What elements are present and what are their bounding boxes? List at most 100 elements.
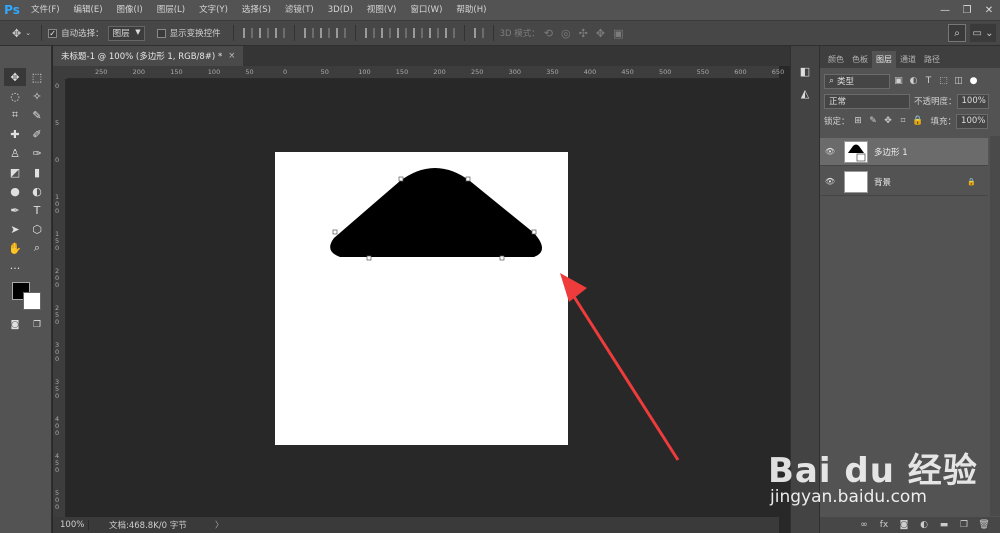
auto-select-checkbox[interactable]: ✓ xyxy=(48,28,58,38)
fill-field[interactable]: 100% xyxy=(956,113,989,129)
lock-all-icon[interactable]: 🔒 xyxy=(912,115,925,128)
menu-item[interactable]: 滤镜(T) xyxy=(278,0,321,20)
menu-item[interactable]: 图层(L) xyxy=(150,0,192,20)
marquee-tool-icon[interactable]: ⬚ xyxy=(26,68,48,86)
panel-tab[interactable]: 路径 xyxy=(920,51,944,68)
pixel-filter-icon[interactable]: ▣ xyxy=(892,75,905,88)
align-left-icon[interactable] xyxy=(303,28,314,38)
close-button[interactable]: ✕ xyxy=(978,0,1000,20)
close-icon[interactable]: × xyxy=(228,51,235,61)
shape-tool-icon[interactable]: ⬡ xyxy=(26,220,48,238)
align-top-icon[interactable] xyxy=(242,28,253,38)
distribute-top-icon[interactable] xyxy=(364,28,375,38)
eyedropper-icon[interactable]: ✎ xyxy=(26,106,48,124)
stamp-tool-icon[interactable]: ♙ xyxy=(4,144,26,162)
menu-item[interactable]: 3D(D) xyxy=(321,0,360,20)
align-center-icon[interactable] xyxy=(319,28,330,38)
menu-item[interactable]: 选择(S) xyxy=(235,0,278,20)
rounded-polygon-shape[interactable] xyxy=(320,163,550,263)
3d-scale-icon[interactable]: ▣ xyxy=(613,27,623,40)
visibility-eye-icon[interactable]: 👁 xyxy=(820,177,840,186)
filter-toggle-icon[interactable]: ● xyxy=(967,75,980,88)
lock-pixels-icon[interactable]: ⊞ xyxy=(852,115,865,128)
layer-style-button[interactable]: fx xyxy=(874,520,894,530)
chevron-down-icon[interactable]: ⌄ xyxy=(25,29,31,37)
menu-item[interactable]: 文件(F) xyxy=(24,0,67,20)
distribute-right-icon[interactable] xyxy=(444,28,455,38)
type-tool-icon[interactable]: T xyxy=(26,201,48,219)
new-group-icon[interactable]: ▬ xyxy=(934,520,954,530)
dodge-tool-icon[interactable]: ◐ xyxy=(26,182,48,200)
panel-tab[interactable]: 通道 xyxy=(896,51,920,68)
properties-icon[interactable]: ◭ xyxy=(791,82,819,104)
anchor-point[interactable] xyxy=(332,229,338,235)
show-transform-checkbox[interactable] xyxy=(156,28,166,38)
screen-mode-icon[interactable]: ❐ xyxy=(26,316,48,334)
link-layers-icon[interactable]: ∞ xyxy=(854,520,874,530)
eraser-tool-icon[interactable]: ◩ xyxy=(4,163,26,181)
hand-tool-icon[interactable]: ✋ xyxy=(4,239,26,257)
lock-image-icon[interactable]: ✎ xyxy=(867,115,880,128)
lock-icon[interactable]: 🔒 xyxy=(967,178,976,186)
menu-item[interactable]: 文字(Y) xyxy=(192,0,235,20)
menu-item[interactable]: 帮助(H) xyxy=(449,0,493,20)
distribute-bottom-icon[interactable] xyxy=(396,28,407,38)
anchor-point[interactable] xyxy=(499,255,505,261)
lock-position-icon[interactable]: ✥ xyxy=(882,115,895,128)
3d-pan-icon[interactable]: ✣ xyxy=(579,27,588,40)
lock-artboard-icon[interactable]: ⌗ xyxy=(897,115,910,128)
background-color-swatch[interactable] xyxy=(23,292,41,310)
anchor-point[interactable] xyxy=(531,229,537,235)
align-middle-icon[interactable] xyxy=(258,28,269,38)
move-tool-icon[interactable]: ✥ xyxy=(12,27,21,40)
blur-tool-icon[interactable]: ● xyxy=(4,182,26,200)
document-tab[interactable]: 未标题-1 @ 100% (多边形 1, RGB/8#) * × xyxy=(53,46,244,66)
anchor-point[interactable] xyxy=(398,176,404,182)
zoom-tool-icon[interactable]: ⌕ xyxy=(26,239,48,257)
move-tool-icon[interactable]: ✥ xyxy=(4,68,26,86)
menu-item[interactable]: 窗口(W) xyxy=(403,0,449,20)
menu-item[interactable]: 编辑(E) xyxy=(67,0,110,20)
add-mask-icon[interactable]: ◙ xyxy=(894,520,914,530)
search-icon[interactable]: ⌕ xyxy=(948,24,966,42)
distribute-left-icon[interactable] xyxy=(412,28,423,38)
menu-item[interactable]: 视图(V) xyxy=(360,0,403,20)
layer-filter-dropdown[interactable]: ⌕ 类型 xyxy=(824,73,890,89)
visibility-eye-icon[interactable]: 👁 xyxy=(820,147,840,156)
lasso-tool-icon[interactable]: ◌ xyxy=(4,87,26,105)
panel-tab[interactable]: 色板 xyxy=(848,51,872,68)
align-bottom-icon[interactable] xyxy=(274,28,285,38)
3d-rotate-icon[interactable]: ⟲ xyxy=(544,27,553,40)
smart-filter-icon[interactable]: ◫ xyxy=(952,75,965,88)
adjustments-icon[interactable]: ◧ xyxy=(791,60,819,82)
new-layer-icon[interactable]: ❐ xyxy=(954,520,974,530)
adjustment-layer-icon[interactable]: ◐ xyxy=(914,520,934,530)
panel-tab[interactable]: 图层 xyxy=(872,51,896,68)
restore-button[interactable]: ❐ xyxy=(956,0,978,20)
menu-item[interactable]: 图像(I) xyxy=(110,0,150,20)
workspace-switcher[interactable]: ▭ ⌄ xyxy=(970,24,996,42)
shape-filter-icon[interactable]: ⬚ xyxy=(937,75,950,88)
auto-select-dropdown[interactable]: 图层 ▼ xyxy=(107,25,145,41)
status-menu-arrow[interactable]: 〉 xyxy=(215,519,224,531)
gradient-tool-icon[interactable]: ▮ xyxy=(26,163,48,181)
pen-tool-icon[interactable]: ✒ xyxy=(4,201,26,219)
magic-wand-icon[interactable]: ✧ xyxy=(26,87,48,105)
anchor-point[interactable] xyxy=(465,176,471,182)
layer-row[interactable]: 👁 背景 🔒 xyxy=(820,168,988,196)
type-filter-icon[interactable]: T xyxy=(922,75,935,88)
zoom-level[interactable]: 100% xyxy=(53,520,89,530)
align-right-icon[interactable] xyxy=(335,28,346,38)
distribute-center-icon[interactable] xyxy=(428,28,439,38)
opacity-field[interactable]: 100% xyxy=(956,93,989,109)
anchor-point[interactable] xyxy=(366,255,372,261)
path-select-icon[interactable]: ➤ xyxy=(4,220,26,238)
brush-tool-icon[interactable]: ✐ xyxy=(26,125,48,143)
blend-mode-dropdown[interactable]: 正常 xyxy=(824,93,910,109)
delete-layer-icon[interactable]: 🗑 xyxy=(974,520,994,530)
healing-brush-icon[interactable]: ✚ xyxy=(4,125,26,143)
auto-align-icon[interactable] xyxy=(473,28,484,38)
crop-tool-icon[interactable]: ⌗ xyxy=(4,106,26,124)
layer-row[interactable]: 👁 多边形 1 xyxy=(820,138,988,166)
quick-mask-icon[interactable]: ◙ xyxy=(4,316,26,334)
